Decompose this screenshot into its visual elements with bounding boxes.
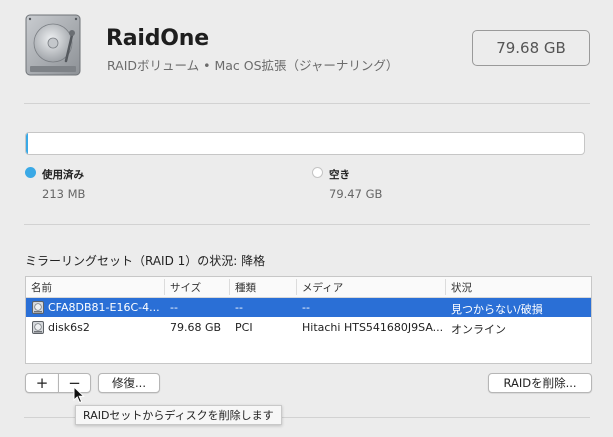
column-divider xyxy=(296,279,297,295)
disk-icon xyxy=(32,321,44,334)
column-header-status[interactable]: 状況 xyxy=(451,280,472,295)
row-size: -- xyxy=(170,301,178,314)
hard-drive-icon xyxy=(25,14,81,76)
column-divider xyxy=(164,279,165,295)
row-name: CFA8DB81-E16C-4... xyxy=(48,301,160,314)
volume-size-badge: 79.68 GB xyxy=(472,30,590,66)
table-row[interactable]: disk6s2 79.68 GB PCI Hitachi HTS541680J9… xyxy=(26,318,591,337)
remove-disk-tooltip: RAIDセットからディスクを削除します xyxy=(75,405,282,425)
row-status: 見つからない/破損 xyxy=(451,303,543,316)
volume-description: RAIDボリューム • Mac OS拡張（ジャーナリング） xyxy=(107,58,399,73)
row-status: オンライン xyxy=(451,323,506,336)
disk-icon xyxy=(32,301,44,314)
free-legend-dot xyxy=(312,167,323,178)
used-value: 213 MB xyxy=(42,187,86,201)
column-header-name[interactable]: 名前 xyxy=(31,280,52,295)
row-type: PCI xyxy=(235,321,253,334)
column-header-type[interactable]: 種類 xyxy=(235,280,256,295)
raid-set-status: ミラーリングセット（RAID 1）の状況: 降格 xyxy=(25,254,266,268)
row-size: 79.68 GB xyxy=(170,321,222,334)
free-label: 空き xyxy=(329,169,350,181)
usage-bar xyxy=(25,132,585,155)
delete-raid-button[interactable]: RAIDを削除... xyxy=(488,373,592,393)
free-value: 79.47 GB xyxy=(329,187,383,201)
table-row[interactable]: CFA8DB81-E16C-4... -- -- -- 見つからない/破損 xyxy=(26,298,591,317)
used-legend-dot xyxy=(25,167,36,178)
row-media: Hitachi HTS541680J9SA... xyxy=(302,321,442,334)
used-label: 使用済み xyxy=(42,169,84,181)
column-header-size[interactable]: サイズ xyxy=(170,280,201,295)
column-header-media[interactable]: メディア xyxy=(302,280,343,295)
divider xyxy=(24,224,590,225)
divider xyxy=(24,103,590,104)
add-disk-button[interactable]: + xyxy=(25,373,58,393)
volume-name: RaidOne xyxy=(106,26,209,51)
row-type: -- xyxy=(235,301,243,314)
column-divider xyxy=(445,279,446,295)
repair-button[interactable]: 修復... xyxy=(98,373,160,393)
table-header: 名前 サイズ 種類 メディア 状況 xyxy=(26,277,591,298)
raid-members-table[interactable]: 名前 サイズ 種類 メディア 状況 CFA8DB81-E16C-4... -- … xyxy=(25,276,592,364)
row-media: -- xyxy=(302,301,310,314)
usage-bar-used-fill xyxy=(26,133,28,154)
cursor-arrow-icon xyxy=(73,386,85,404)
row-name: disk6s2 xyxy=(48,321,90,334)
column-divider xyxy=(229,279,230,295)
